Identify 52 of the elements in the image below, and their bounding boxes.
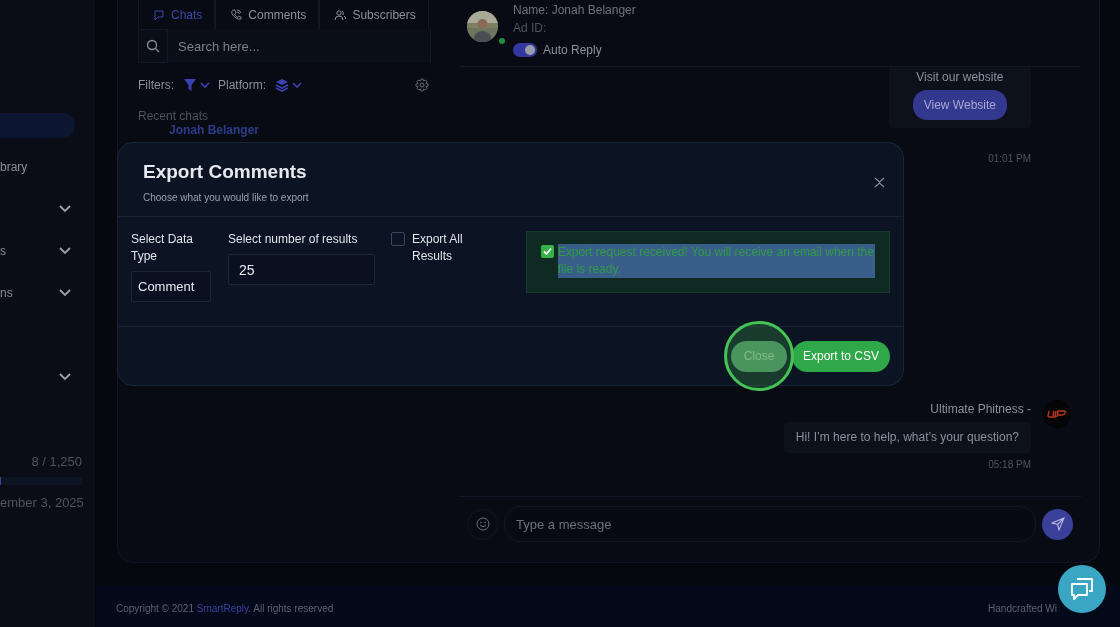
alert-message: Export request received! You will receive an email when the file is ready. [557,244,875,278]
sidebar-item[interactable]: brary [0,146,95,188]
data-type-field[interactable]: Comment [131,271,211,302]
toggle-switch[interactable] [513,43,537,57]
dialog-title: Export Comments [143,161,308,183]
dialog-subtitle: Choose what you would like to export [143,192,309,203]
filter-icon[interactable] [183,78,197,92]
date-text: ember 3, 2025 [0,495,84,510]
send-button[interactable] [1042,508,1073,540]
chevron-down-icon [58,372,72,382]
chevron-down-icon[interactable] [292,81,302,89]
contact-name: Name: Jonah Belanger [513,2,636,19]
chevron-down-icon[interactable] [200,81,210,89]
credit-text: Handcrafted Wi [988,602,1057,614]
section-label: Recent chats [138,109,210,123]
message-input[interactable]: Type a message [504,506,1036,542]
chevron-down-icon [58,246,72,256]
sidebar-item[interactable]: s [0,230,95,272]
platform-label: Platform: [218,78,266,92]
check-icon [540,245,554,258]
field-label: Select number of results [228,231,359,248]
send-icon [1050,517,1065,531]
results-count-field[interactable]: 25 [228,254,375,285]
chevron-down-icon [58,288,72,298]
copyright-text: Copyright © 2021 SmartReply. All rights reserved [116,602,334,614]
checkbox-label: Export All Results [412,231,464,265]
chevron-down-icon [58,204,72,214]
smiley-icon [475,517,490,531]
toggle-label: Auto Reply [543,42,602,59]
chat-bubble-icon [153,8,165,21]
message-time: 05:18 PM [988,459,1031,470]
search-field[interactable]: Search here... [138,29,431,63]
message-text: Visit our website [916,70,1004,84]
logo-icon [1043,400,1071,428]
phone-icon [230,8,243,21]
field-label: Select Data Type [131,231,195,265]
view-website-button[interactable]: View Website [912,90,1007,120]
chat-bubbles-icon [1069,576,1095,602]
ad-id-label: Ad ID: [513,20,548,37]
message-bubble: Hi! I’m here to help, what’s your question? [783,422,1031,453]
people-icon [334,8,347,21]
layers-icon[interactable] [275,78,289,92]
close-icon[interactable] [874,177,885,188]
settings-icon[interactable] [415,78,429,92]
checkbox[interactable] [391,232,405,246]
usage-count: 8 / 1,250 [31,454,82,469]
message-time: 01:01 PM [988,153,1031,164]
sidebar-item[interactable]: ns [0,272,95,314]
filters-label: Filters: [138,78,174,92]
sender-name: Ultimate Phitness - [930,402,1031,416]
search-icon [146,39,160,53]
chat-button[interactable] [1058,565,1106,613]
